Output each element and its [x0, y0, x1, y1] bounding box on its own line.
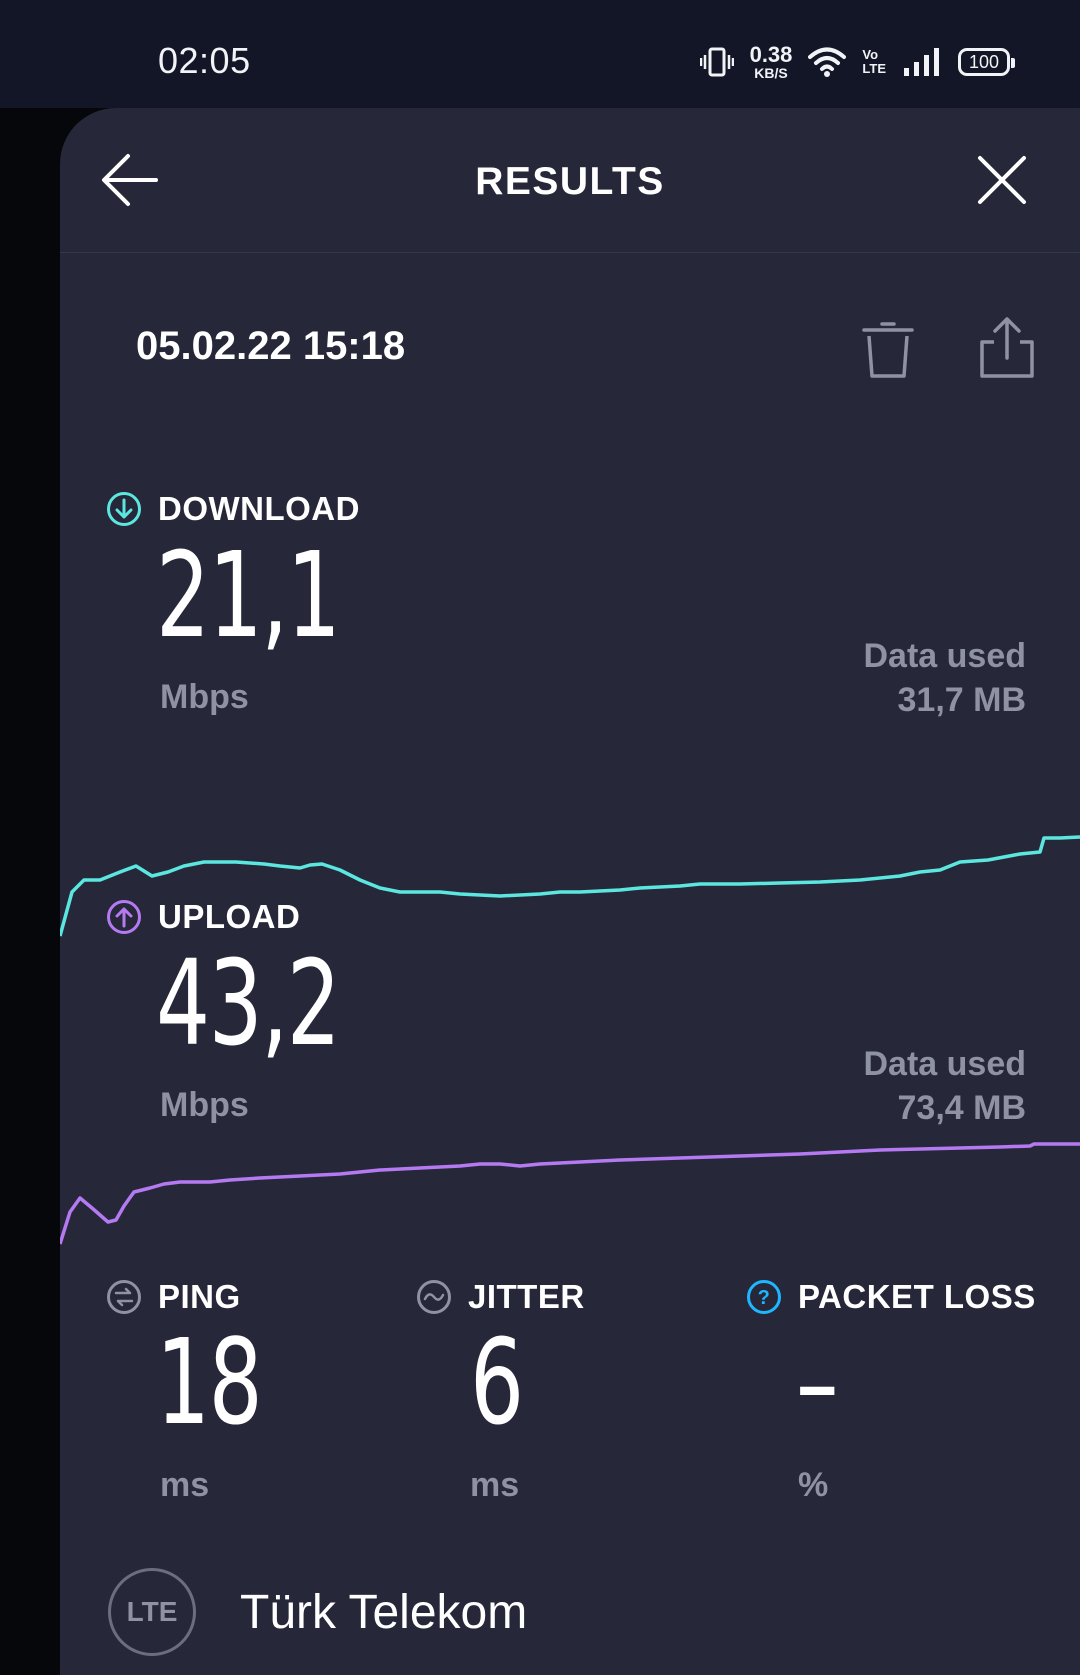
vibrate-icon: [699, 45, 734, 79]
network-speed-unit: KB/S: [754, 65, 788, 81]
svg-text:?: ?: [758, 1287, 771, 1309]
jitter-label-row: JITTER: [416, 1278, 585, 1316]
upload-data-used: Data used 73,4 MB: [864, 1042, 1027, 1130]
status-time: 02:05: [158, 40, 251, 81]
jitter-unit: ms: [470, 1466, 520, 1504]
jitter-icon: [417, 1280, 451, 1314]
results-header: RESULTS: [60, 108, 1080, 253]
packet-loss-label-row[interactable]: ? PACKET LOSS: [746, 1278, 1036, 1316]
volte-top: Vo: [862, 47, 879, 63]
download-arrow-icon: [107, 492, 141, 526]
jitter-value: 6: [470, 1313, 524, 1451]
upload-unit: Mbps: [160, 1086, 249, 1124]
download-value: 21,1: [156, 526, 341, 664]
upload-label: UPLOAD: [158, 898, 301, 935]
packet-loss-value: –: [796, 1313, 838, 1451]
status-icons: 0.38 KB/S Vo LTE 100: [699, 40, 1015, 84]
download-data-used-label: Data used: [863, 637, 1027, 675]
network-speed-indicator: 0.38 KB/S: [749, 42, 793, 81]
download-label: DOWNLOAD: [158, 490, 360, 527]
upload-label-row: UPLOAD: [106, 898, 300, 936]
delete-button[interactable]: [860, 320, 916, 380]
ping-value: 18: [156, 1313, 263, 1451]
network-speed-value: 0.38: [749, 42, 793, 67]
result-date: 05.02.22 15:18: [136, 324, 406, 368]
packet-loss-label: PACKET LOSS: [798, 1278, 1036, 1315]
share-button[interactable]: [978, 316, 1036, 380]
volte-bottom: LTE: [862, 61, 886, 76]
provider-name: Türk Telekom: [240, 1585, 528, 1639]
ping-unit: ms: [160, 1466, 210, 1504]
ping-icon: [107, 1280, 141, 1314]
volte-indicator: Vo LTE: [862, 48, 886, 75]
connection-info: LTE Türk Telekom: [108, 1568, 527, 1656]
upload-data-used-label: Data used: [863, 1045, 1027, 1083]
signal-icon: [902, 46, 942, 78]
upload-arrow-icon: [107, 900, 141, 934]
page-title: RESULTS: [475, 160, 665, 203]
upload-graph-line: [60, 1142, 1080, 1245]
upload-value: 43,2: [156, 934, 341, 1072]
wifi-icon: [808, 46, 847, 78]
battery-icon: 100: [958, 48, 1015, 76]
ping-label: PING: [158, 1278, 241, 1315]
jitter-label: JITTER: [468, 1278, 585, 1315]
ping-label-row: PING: [106, 1278, 241, 1316]
status-bar: 02:05 0.38 KB/S Vo LTE 100: [0, 0, 1080, 108]
lte-badge: LTE: [108, 1568, 196, 1656]
upload-data-used-value: 73,4 MB: [897, 1089, 1027, 1127]
share-icon: [980, 317, 1034, 378]
close-button[interactable]: [972, 150, 1032, 210]
results-panel: RESULTS 05.02.22 15:18 DOWNLOAD 21,1 Mbp…: [60, 108, 1080, 1675]
download-label-row: DOWNLOAD: [106, 490, 360, 528]
close-icon: [978, 156, 1026, 204]
help-icon[interactable]: ?: [746, 1279, 782, 1315]
trash-icon: [862, 322, 914, 378]
packet-loss-unit: %: [798, 1466, 829, 1504]
